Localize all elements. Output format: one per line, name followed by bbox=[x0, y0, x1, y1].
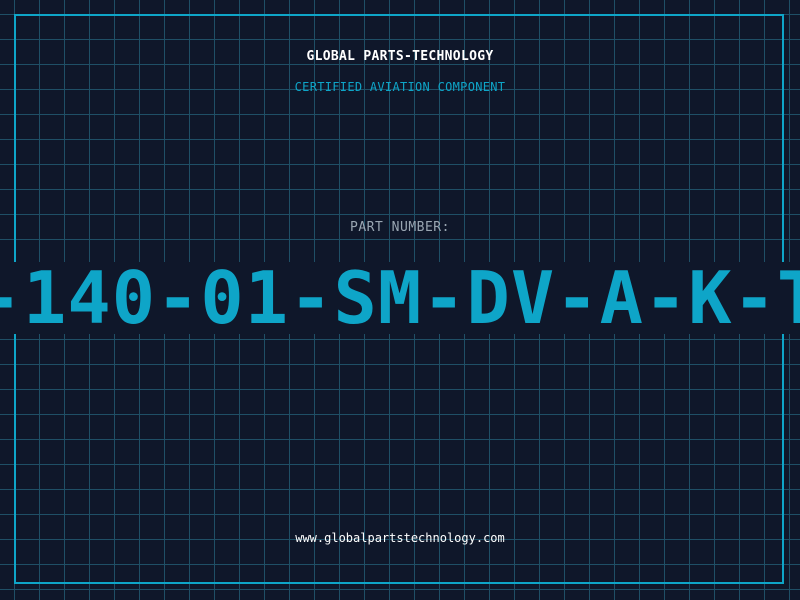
company-name: GLOBAL PARTS-TECHNOLOGY bbox=[306, 49, 494, 64]
part-number-value: -140-01-SM-DV-A-K-T bbox=[0, 262, 800, 334]
part-number-band: -140-01-SM-DV-A-K-T bbox=[0, 262, 800, 334]
website-url: www.globalpartstechnology.com bbox=[295, 531, 505, 545]
certification-subtitle: CERTIFIED AVIATION COMPONENT bbox=[294, 80, 506, 94]
part-number-label: PART NUMBER: bbox=[350, 220, 450, 235]
